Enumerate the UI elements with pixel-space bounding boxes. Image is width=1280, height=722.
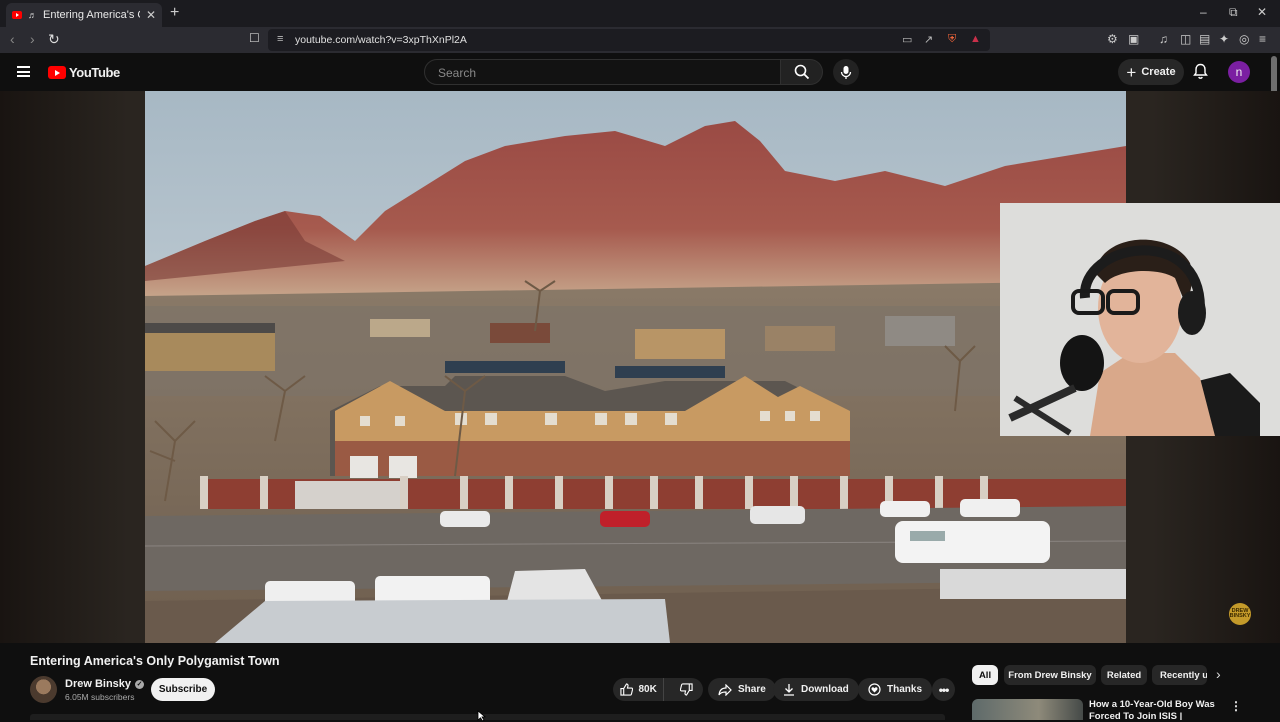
new-tab-icon[interactable]: + — [170, 4, 179, 22]
plus-icon: + — [1126, 62, 1137, 82]
video-player[interactable] — [145, 91, 1126, 643]
like-count: 80K — [638, 684, 657, 695]
create-label: Create — [1141, 66, 1176, 78]
share-label: Share — [738, 684, 766, 695]
tab-close-icon[interactable]: ✕ — [146, 8, 156, 22]
tab-search-icon[interactable]: ▤ — [1199, 32, 1210, 46]
vpn-icon[interactable]: ◎ — [1239, 32, 1249, 46]
subscribe-button[interactable]: Subscribe — [151, 678, 215, 701]
microphone-icon — [840, 65, 852, 79]
verified-badge-icon: ✓ — [135, 679, 145, 689]
cast-icon[interactable]: ▭ — [902, 33, 912, 46]
menu-icon[interactable]: ≡ — [1259, 32, 1266, 46]
recommendation-title[interactable]: How a 10-Year-Old Boy Was Forced To Join… — [1089, 699, 1219, 720]
more-horizontal-icon: ••• — [938, 682, 950, 697]
search-input[interactable]: Search — [424, 59, 781, 85]
restore-icon[interactable]: ⧉ — [1229, 5, 1238, 20]
account-avatar[interactable]: n — [1228, 61, 1250, 83]
chip-all[interactable]: All — [972, 665, 998, 685]
bookmark-icon[interactable]: ☐ — [249, 31, 260, 45]
minimize-icon[interactable]: – — [1200, 5, 1207, 19]
share-page-icon[interactable]: ↗ — [924, 33, 933, 46]
youtube-favicon-icon — [12, 11, 22, 19]
thumbs-up-icon — [619, 683, 633, 696]
chip-from-drew-binsky[interactable]: From Drew Binsky — [1004, 665, 1096, 685]
speaker-icon[interactable]: ♬ — [28, 10, 37, 20]
share-arrow-icon — [718, 683, 732, 696]
back-icon[interactable]: ‹ — [10, 31, 15, 47]
dislike-button[interactable] — [670, 678, 703, 701]
wallet-icon[interactable]: ▣ — [1128, 32, 1139, 46]
reload-icon[interactable]: ↻ — [48, 31, 60, 48]
thumbs-down-icon — [680, 683, 693, 696]
youtube-play-icon — [48, 66, 66, 79]
browser-tabstrip: ♬ Entering America's Only Polygamist Tow… — [0, 0, 1280, 27]
download-button[interactable]: Download — [773, 678, 859, 701]
mouse-cursor-icon — [477, 710, 487, 722]
channel-avatar[interactable] — [30, 676, 57, 703]
channel-name[interactable]: Drew Binsky — [65, 678, 131, 690]
brave-shield-icon[interactable]: ⛨ — [948, 33, 956, 46]
description-box[interactable] — [30, 714, 945, 720]
leo-ai-icon[interactable]: ✦ — [1219, 32, 1229, 46]
download-icon — [784, 684, 794, 696]
channel-watermark[interactable]: DREW BINSKY — [1229, 603, 1251, 625]
url-text: youtube.com/watch?v=3xpThXnPl2A — [295, 34, 467, 46]
notifications-bell-icon[interactable] — [1193, 63, 1208, 80]
youtube-logo[interactable]: YouTube — [48, 65, 120, 80]
thanks-button[interactable]: Thanks — [858, 678, 933, 701]
subscriber-count: 6.05M subscribers — [65, 692, 135, 702]
voice-search-button[interactable] — [833, 59, 859, 85]
tab-title: Entering America's Only Polygamist Town — [43, 9, 140, 21]
chip-recently-uploaded[interactable]: Recently uploaded — [1152, 665, 1207, 685]
site-info-icon[interactable]: ≡ — [277, 33, 283, 45]
thanks-heart-icon — [868, 683, 881, 696]
like-button[interactable]: 80K — [613, 678, 665, 701]
browser-tab[interactable]: ♬ Entering America's Only Polygamist Tow… — [6, 3, 162, 27]
video-title: Entering America's Only Polygamist Town — [30, 654, 280, 668]
search-icon — [794, 64, 809, 80]
create-button[interactable]: + Create — [1118, 59, 1184, 85]
more-actions-button[interactable]: ••• — [932, 678, 955, 701]
forward-icon[interactable]: › — [30, 31, 35, 47]
more-vertical-icon[interactable]: ⋮ — [1230, 699, 1242, 713]
thanks-label: Thanks — [887, 684, 923, 695]
extensions-icon[interactable]: ⚙ — [1107, 32, 1118, 46]
chip-related[interactable]: Related — [1101, 665, 1147, 685]
presenter-image — [1000, 203, 1280, 436]
download-label: Download — [801, 684, 849, 695]
chevron-right-icon[interactable]: › — [1216, 666, 1221, 682]
video-frame-image — [145, 91, 1126, 643]
youtube-header: YouTube Search + Create n — [0, 53, 1280, 91]
share-button[interactable]: Share — [708, 678, 776, 701]
like-dislike-group: 80K — [613, 678, 703, 701]
address-bar[interactable]: ≡ youtube.com/watch?v=3xpThXnPl2A ▭ ↗ ⛨ … — [268, 29, 990, 51]
guide-menu-icon[interactable] — [17, 66, 30, 77]
webcam-overlay — [1000, 203, 1280, 436]
logo-text: YouTube — [69, 65, 120, 80]
brave-rewards-icon[interactable]: ▲ — [970, 33, 981, 45]
search-button[interactable] — [781, 59, 823, 85]
window-close-icon[interactable]: ✕ — [1257, 5, 1267, 19]
media-icon[interactable]: ♫ — [1159, 32, 1168, 46]
recommendation-thumbnail[interactable] — [972, 699, 1083, 720]
browser-toolbar: ‹ › ↻ ☐ ≡ youtube.com/watch?v=3xpThXnPl2… — [0, 27, 1280, 53]
sidebar-icon[interactable]: ◫ — [1180, 32, 1191, 46]
channel-name-row[interactable]: Drew Binsky ✓ — [65, 678, 145, 690]
